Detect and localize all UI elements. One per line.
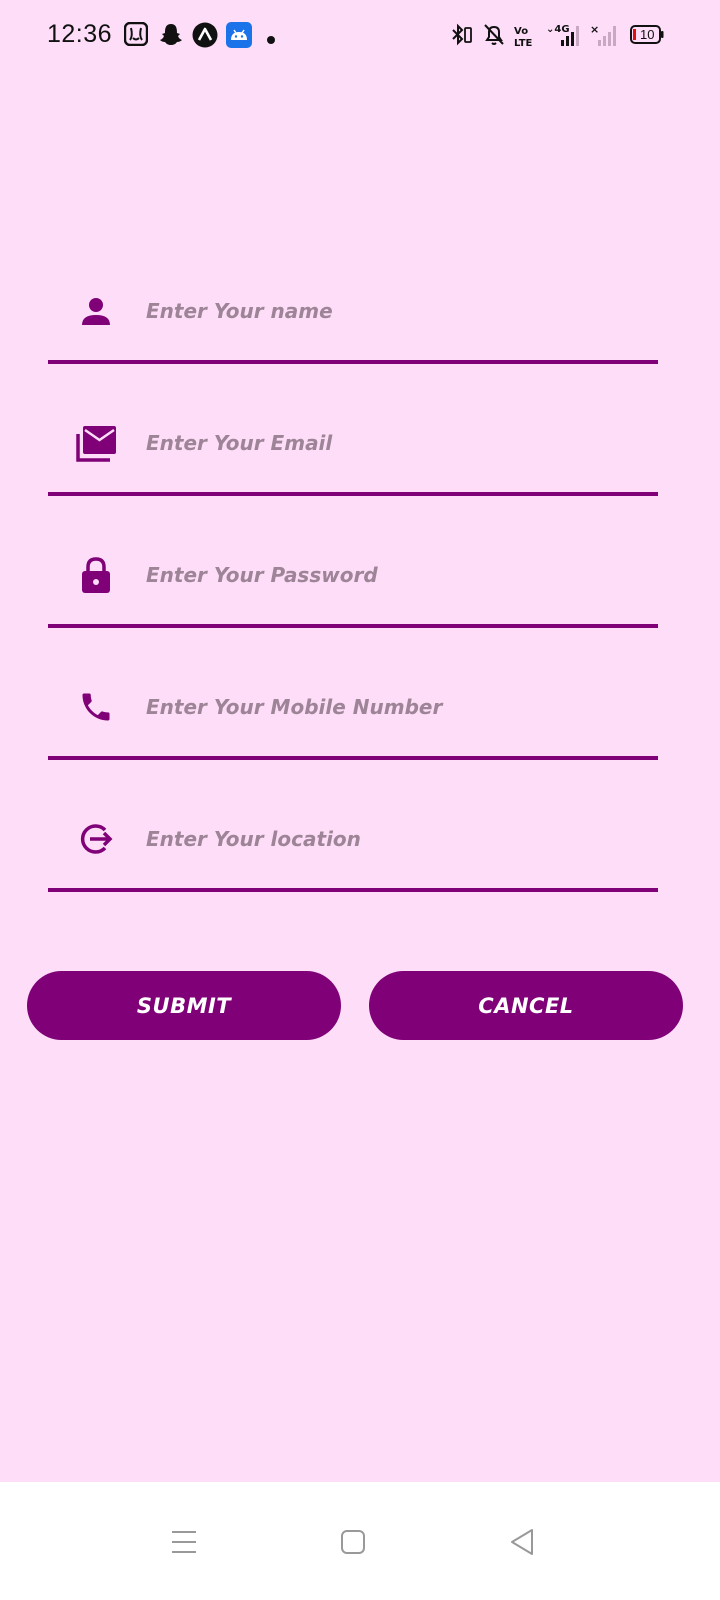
password-input[interactable] — [146, 553, 646, 597]
password-underline — [48, 624, 658, 628]
bluetooth-icon — [448, 22, 474, 52]
menu-icon[interactable] — [164, 1522, 204, 1562]
dot-icon — [266, 30, 292, 56]
location-icon — [74, 817, 118, 861]
snapchat-icon — [158, 22, 184, 48]
status-time: 12:36 — [47, 20, 113, 48]
password-field-row — [48, 508, 658, 640]
name-field-row — [48, 244, 658, 376]
battery-level: 10 — [640, 27, 655, 42]
lock-icon — [74, 553, 118, 597]
svg-text:LTE: LTE — [514, 38, 533, 48]
email-input[interactable] — [146, 421, 646, 465]
email-icon — [74, 421, 118, 465]
email-underline — [48, 492, 658, 496]
mobile-input[interactable] — [146, 685, 646, 729]
phone-icon — [74, 685, 118, 729]
home-icon[interactable] — [333, 1522, 373, 1562]
mobile-field-row — [48, 640, 658, 772]
name-underline — [48, 360, 658, 364]
mobile-underline — [48, 756, 658, 760]
svg-text:⌄4G: ⌄4G — [546, 24, 570, 35]
location-input[interactable] — [146, 817, 646, 861]
location-field-row — [48, 772, 658, 904]
email-field-row — [48, 376, 658, 508]
arc-icon — [192, 22, 218, 48]
bell-off-icon — [482, 22, 506, 52]
volte-icon: Vo LTE — [512, 24, 540, 52]
submit-button[interactable]: SUBMIT — [27, 971, 341, 1040]
system-icons: Vo LTE ⌄4G × 10 — [420, 22, 720, 52]
person-icon — [74, 289, 118, 333]
saavn-icon — [123, 21, 150, 48]
name-input[interactable] — [146, 289, 646, 333]
cancel-button[interactable]: CANCEL — [369, 971, 683, 1040]
back-icon[interactable] — [502, 1522, 542, 1562]
navigation-bar — [0, 1482, 720, 1600]
svg-text:Vo: Vo — [514, 26, 528, 37]
signal-4g-icon: ⌄4G — [546, 22, 582, 52]
status-bar: 12:36 Vo LTE ⌄4G × 10 — [0, 0, 720, 72]
signal-no-icon: × — [590, 22, 620, 52]
location-underline — [48, 888, 658, 892]
svg-text:×: × — [590, 23, 599, 36]
android-icon — [226, 22, 252, 48]
